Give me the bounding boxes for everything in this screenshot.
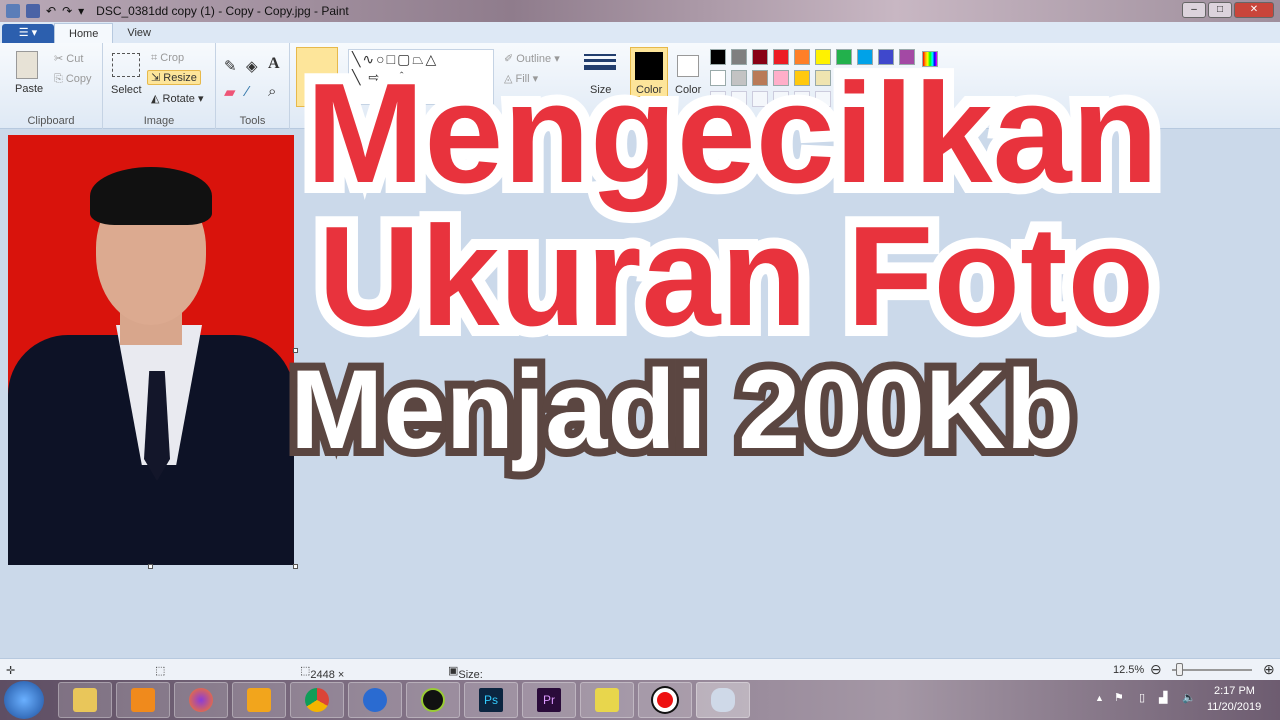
maximize-button[interactable]: □ [1208, 2, 1232, 18]
tab-home[interactable]: Home [54, 23, 114, 43]
image-dimensions: ⬚ 2448 × 3696px [300, 665, 347, 693]
select-button[interactable]: Select [111, 84, 142, 96]
paint-app-icon [6, 4, 20, 18]
eraser-icon[interactable]: ▰ [224, 83, 236, 101]
file-menu-button[interactable]: ☰ ▾ [2, 24, 54, 43]
taskbar-media-player[interactable] [116, 682, 170, 718]
title-bar: ↶ ↷ ▾ DSC_0381dd copy (1) - Copy - Copy.… [0, 0, 1280, 22]
clock-date[interactable]: 11/20/2019 [1207, 701, 1261, 713]
taskbar-files[interactable] [580, 682, 634, 718]
taskbar-photoshop[interactable]: Ps [464, 682, 518, 718]
color-picker-icon[interactable]: ⁄ [246, 83, 249, 100]
files-icon [595, 688, 619, 712]
overlay-title-line2: Ukuran Foto [307, 186, 1165, 367]
recorder-icon [653, 688, 677, 712]
folder-icon [73, 688, 97, 712]
clipboard-label: Clipboard [27, 115, 75, 127]
clock-time[interactable]: 2:17 PM [1214, 685, 1255, 697]
zoom-level: 12.5% [1113, 664, 1145, 676]
copy-button[interactable]: ⎘ Copy [54, 73, 92, 86]
taskbar-app[interactable] [348, 682, 402, 718]
cursor-position-icon: ✛ [6, 665, 16, 677]
minimize-button[interactable]: – [1182, 2, 1206, 18]
taskbar-chrome[interactable] [290, 682, 344, 718]
network-icon[interactable]: ▟ [1159, 691, 1167, 704]
file-size: ▣ Size: 3.4MB [448, 665, 490, 693]
outlook-icon [247, 688, 271, 712]
cut-button[interactable]: ✂ Cut [54, 52, 83, 65]
resize-handle[interactable] [148, 564, 153, 569]
taskbar-outlook[interactable] [232, 682, 286, 718]
zoom-out-button[interactable]: ⊖ [1150, 661, 1162, 678]
clipboard-group: Paste ✂ Cut ⎘ Copy Clipboard [0, 43, 103, 129]
rotate-button[interactable]: ◭ Rotate ▾ [151, 92, 204, 105]
text-tool-icon[interactable]: A [268, 55, 280, 73]
image-group: Select ⌗ Crop ⇲ Resize ◭ Rotate ▾ Image [103, 43, 216, 129]
zoom-slider-thumb[interactable] [1176, 663, 1183, 676]
media-player-icon [131, 688, 155, 712]
inkscape-icon [421, 688, 445, 712]
action-center-icon[interactable]: ⚑ [1114, 691, 1124, 704]
overlay-title-line1: Mengecilkan [295, 43, 1169, 224]
close-button[interactable]: ✕ [1234, 2, 1274, 18]
premiere-icon: Pr [537, 688, 561, 712]
taskbar-premiere[interactable]: Pr [522, 682, 576, 718]
canvas-image[interactable] [8, 135, 294, 565]
tab-view[interactable]: View [113, 23, 165, 43]
crop-button[interactable]: ⌗ Crop [151, 52, 184, 65]
customize-quick-access-icon[interactable]: ▾ [78, 4, 84, 18]
taskbar-paint[interactable] [696, 682, 750, 718]
battery-icon[interactable]: ▯ [1139, 691, 1145, 704]
ribbon-tabs: ☰ ▾ Home View [0, 22, 1280, 43]
taskbar-inkscape[interactable] [406, 682, 460, 718]
image-label: Image [143, 115, 175, 127]
zoom-slider[interactable] [1172, 663, 1252, 676]
fill-bucket-icon[interactable]: ◈ [246, 57, 258, 75]
zoom-in-button[interactable]: ⊕ [1263, 661, 1275, 678]
volume-icon[interactable]: 🔈 [1182, 691, 1196, 704]
start-button[interactable] [4, 681, 44, 719]
window-title: DSC_0381dd copy (1) - Copy - Copy.jpg - … [96, 4, 349, 18]
photoshop-icon: Ps [479, 688, 503, 712]
taskbar-firefox[interactable] [174, 682, 228, 718]
status-bar: ✛ ⬚ ⬚ 2448 × 3696px ▣ Size: 3.4MB 12.5% … [0, 658, 1280, 693]
chrome-icon [305, 688, 329, 712]
paste-icon [16, 51, 38, 79]
resize-handle[interactable] [293, 564, 298, 569]
tools-group: ✎ ◈ A ▰ ⁄ ⌕ Tools [216, 43, 290, 129]
photo-hair [90, 167, 212, 225]
redo-icon[interactable]: ↷ [62, 4, 72, 18]
firefox-icon [189, 688, 213, 712]
taskbar-explorer[interactable] [58, 682, 112, 718]
paint-icon [711, 688, 735, 712]
app-icon [363, 688, 387, 712]
taskbar-recorder[interactable] [638, 682, 692, 718]
show-hidden-icons[interactable]: ▲ [1095, 693, 1104, 703]
paste-button[interactable]: Paste [15, 83, 43, 95]
pencil-icon[interactable]: ✎ [224, 57, 237, 75]
resize-button[interactable]: ⇲ Resize [147, 70, 201, 85]
taskbar: Ps Pr ▲ ⚑ ▯ ▟ 🔈 2:17 PM 11/20/2019 [0, 680, 1280, 720]
undo-icon[interactable]: ↶ [46, 4, 56, 18]
magnifier-icon[interactable]: ⌕ [268, 83, 276, 100]
selection-size-icon: ⬚ [155, 665, 166, 677]
tools-label: Tools [239, 115, 266, 127]
save-icon[interactable] [26, 4, 40, 18]
overlay-title-line3: Menjadi 200Kb [282, 339, 1082, 480]
select-icon [112, 53, 140, 77]
